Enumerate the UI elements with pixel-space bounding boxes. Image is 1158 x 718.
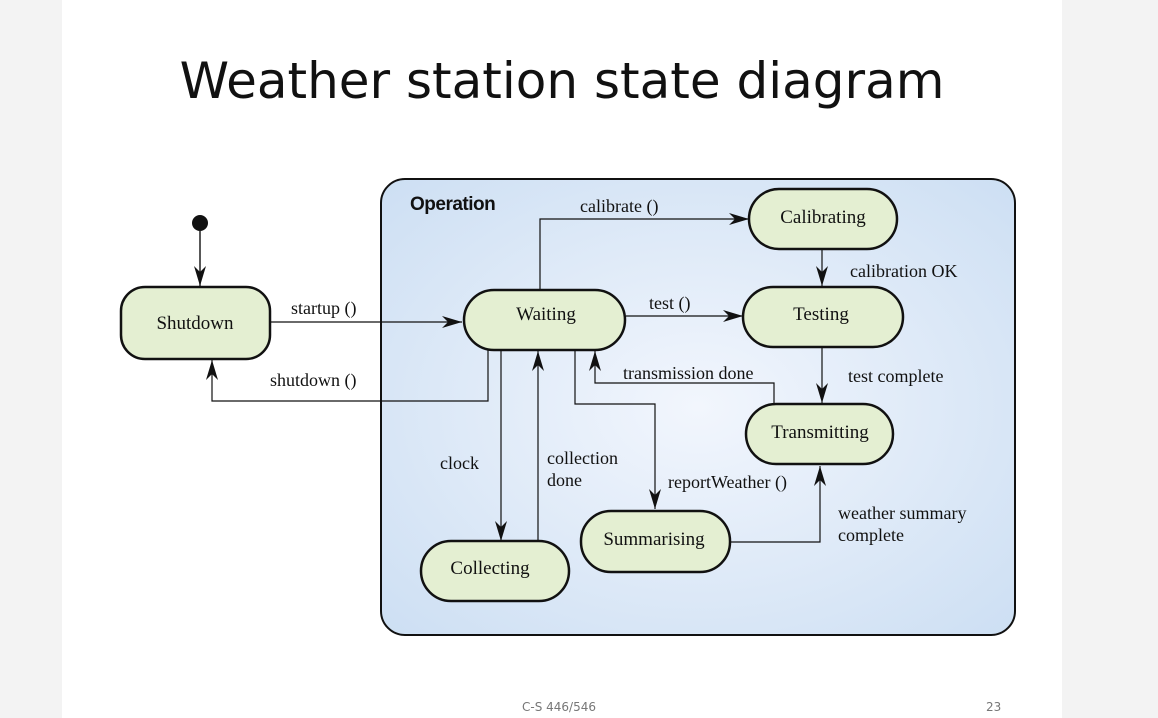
footer-course-code: C-S 446/546: [522, 700, 596, 714]
state-calibrating-label: Calibrating: [780, 207, 866, 228]
startup-label: startup (): [291, 298, 356, 319]
operation-label: Operation: [410, 194, 495, 215]
calibrate-label: calibrate (): [580, 196, 658, 217]
transmission-done-label: transmission done: [623, 363, 754, 383]
initial-state-dot: [192, 215, 208, 231]
collection-done-label-line2: done: [547, 470, 582, 490]
slide-page-number: 23: [986, 700, 1002, 714]
report-weather-label: reportWeather (): [668, 472, 787, 493]
state-testing-label: Testing: [793, 304, 849, 325]
weather-summary-label-line1: weather summary: [838, 503, 966, 523]
slide-title: Weather station state diagram: [179, 52, 945, 110]
state-transmitting-label: Transmitting: [771, 422, 869, 443]
calibration-ok-label: calibration OK: [850, 261, 957, 281]
test-complete-label: test complete: [848, 366, 943, 386]
shutdown-label: shutdown (): [270, 370, 357, 391]
weather-summary-label-line2: complete: [838, 525, 904, 545]
collection-done-label-line1: collection: [547, 448, 618, 468]
state-collecting-label: Collecting: [450, 558, 530, 579]
state-waiting-label: Waiting: [516, 304, 576, 325]
test-label: test (): [649, 293, 690, 314]
clock-label: clock: [440, 453, 479, 473]
state-summarising-label: Summarising: [603, 529, 705, 550]
state-shutdown-label: Shutdown: [156, 313, 234, 334]
